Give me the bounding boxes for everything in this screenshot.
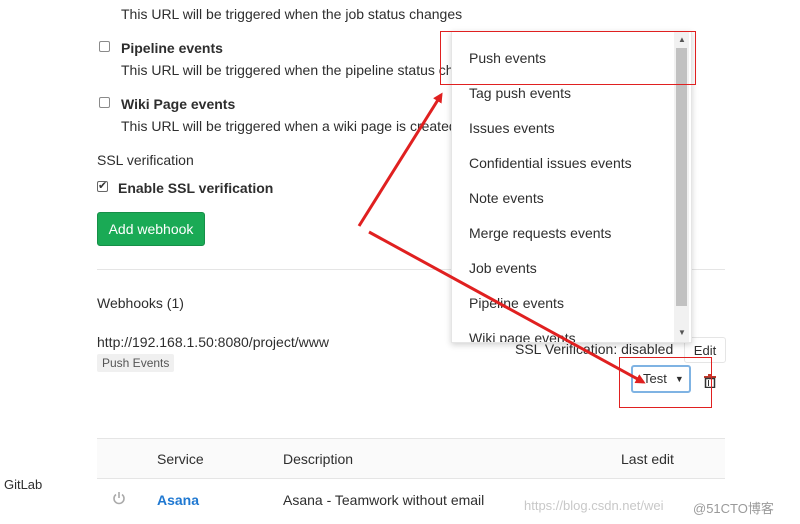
watermark-51cto: @51CTO博客	[693, 501, 774, 516]
annotation-arrow-to-push-events	[357, 92, 443, 227]
column-header-last-edit: Last edit	[621, 451, 674, 467]
service-link-asana[interactable]: Asana	[157, 492, 199, 508]
column-header-description: Description	[283, 451, 354, 467]
service-description: Asana - Teamwork without email	[283, 492, 485, 508]
services-table-header: Service Description Last edit	[97, 438, 725, 479]
watermark: https://blog.csdn.net/wei	[524, 498, 664, 513]
annotation-arrow-to-test-button	[368, 230, 646, 384]
column-header-service: Service	[157, 451, 204, 467]
left-edge-gitlab-label: GitLab	[3, 477, 43, 492]
left-edge-gitlab-text: - GitLab	[0, 477, 42, 492]
service-status-power-icon	[112, 491, 126, 505]
